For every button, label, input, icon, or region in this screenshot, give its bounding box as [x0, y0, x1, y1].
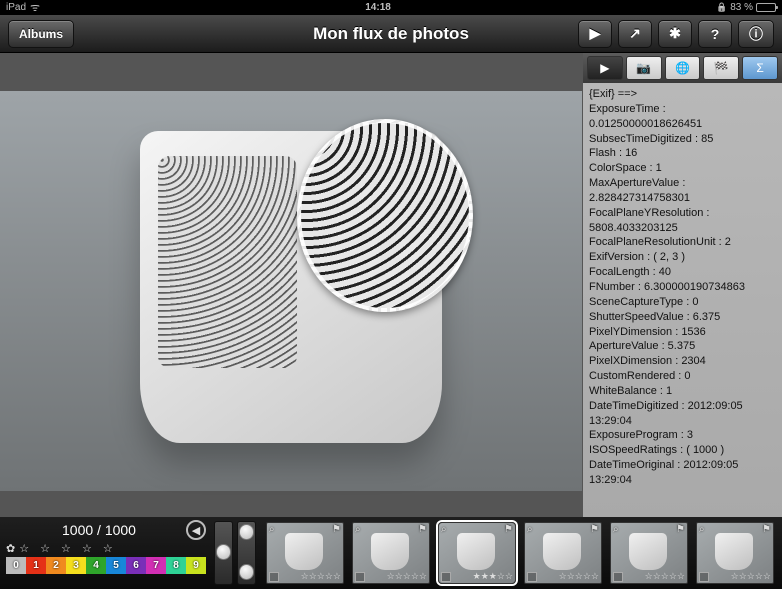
thumb-rating: ☆☆☆☆☆	[731, 571, 771, 582]
device-label: iPad	[6, 2, 26, 13]
share-button[interactable]: ↗	[618, 20, 652, 48]
select-checkbox[interactable]	[527, 572, 537, 582]
tab-camera[interactable]: 📷	[626, 56, 662, 80]
info-button[interactable]: ⓘ	[738, 20, 774, 48]
loupe-icon: ⌕	[699, 524, 705, 535]
thumb-rating: ★★★☆☆	[473, 571, 513, 582]
status-bar: iPad 14:18 83 %	[0, 0, 782, 15]
loupe-icon: ⌕	[441, 524, 447, 535]
thumbnail[interactable]: ⌕ ⚑ ☆☆☆☆☆	[524, 522, 602, 584]
select-checkbox[interactable]	[699, 572, 709, 582]
gear-small-icon[interactable]: ✿	[6, 542, 15, 555]
rating-filter[interactable]: ✿ ☆ ☆ ☆ ☆ ☆	[6, 542, 206, 555]
battery-icon	[756, 3, 776, 12]
color-label-2[interactable]: 2	[46, 557, 66, 574]
slider-2[interactable]	[237, 521, 256, 585]
photo-counter: 1000 / 1000	[6, 522, 136, 538]
thumb-preview	[715, 533, 753, 570]
app-toolbar: Albums Mon flux de photos ▶ ↗ ✱ ? ⓘ	[0, 15, 782, 53]
photo-placeholder	[0, 91, 582, 490]
color-labels: 0123456789	[6, 557, 206, 574]
loupe-icon: ⌕	[527, 524, 533, 535]
color-label-9[interactable]: 9	[186, 557, 206, 574]
albums-button[interactable]: Albums	[8, 20, 74, 48]
play-button[interactable]: ▶	[578, 20, 612, 48]
rating-stars[interactable]: ☆ ☆ ☆ ☆ ☆	[19, 542, 117, 555]
exif-panel[interactable]: {Exif} ==> ExposureTime : 0.012500000186…	[583, 83, 782, 517]
thumbnails: ⌕ ⚑ ☆☆☆☆☆ ⌕ ⚑ ☆☆☆☆☆ ⌕ ⚑ ★★★☆☆ ⌕ ⚑ ☆☆☆☆☆ ⌕ ⚑ ☆☆☆☆☆ ⌕ ⚑ ☆☆☆…	[258, 517, 782, 589]
zoom-sliders	[212, 517, 258, 589]
loupe-icon: ⌕	[355, 524, 361, 535]
loupe-icon: ⌕	[269, 524, 275, 535]
side-panel: ▶ 📷 🌐 🏁 Σ {Exif} ==> ExposureTime : 0.01…	[582, 53, 782, 517]
thumbnail[interactable]: ⌕ ⚑ ☆☆☆☆☆	[696, 522, 774, 584]
color-label-5[interactable]: 5	[106, 557, 126, 574]
main-area: ▶ 📷 🌐 🏁 Σ {Exif} ==> ExposureTime : 0.01…	[0, 53, 782, 517]
wifi-icon	[30, 0, 40, 15]
info-icon: ⓘ	[749, 24, 763, 44]
battery-pct: 83 %	[730, 2, 753, 13]
magnifier-loupe	[297, 119, 473, 312]
tab-sigma[interactable]: Σ	[742, 56, 778, 80]
color-label-8[interactable]: 8	[166, 557, 186, 574]
thumb-preview	[371, 533, 409, 570]
thumbnail[interactable]: ⌕ ⚑ ☆☆☆☆☆	[610, 522, 688, 584]
color-label-3[interactable]: 3	[66, 557, 86, 574]
play-icon: ▶	[590, 25, 601, 42]
photo-viewer[interactable]	[0, 53, 582, 517]
thumb-preview	[543, 533, 581, 570]
thumbnail[interactable]: ⌕ ⚑ ★★★☆☆	[438, 522, 516, 584]
color-label-7[interactable]: 7	[146, 557, 166, 574]
flag-icon: ⚑	[762, 524, 771, 535]
loupe-icon: ⌕	[613, 524, 619, 535]
status-time: 14:18	[40, 2, 716, 13]
device-illustration	[140, 131, 443, 442]
lock-icon	[716, 2, 727, 13]
select-checkbox[interactable]	[355, 572, 365, 582]
thumb-rating: ☆☆☆☆☆	[559, 571, 599, 582]
help-button[interactable]: ?	[698, 20, 732, 48]
flag-icon: ⚑	[504, 524, 513, 535]
thumb-rating: ☆☆☆☆☆	[387, 571, 427, 582]
device-grill	[158, 156, 297, 368]
thumbnail[interactable]: ⌕ ⚑ ☆☆☆☆☆	[352, 522, 430, 584]
slider-1[interactable]	[214, 521, 233, 585]
thumbnail[interactable]: ⌕ ⚑ ☆☆☆☆☆	[266, 522, 344, 584]
thumb-rating: ☆☆☆☆☆	[301, 571, 341, 582]
share-icon: ↗	[629, 25, 641, 42]
thumb-preview	[629, 533, 667, 570]
settings-button[interactable]: ✱	[658, 20, 692, 48]
color-label-0[interactable]: 0	[6, 557, 26, 574]
select-checkbox[interactable]	[441, 572, 451, 582]
side-tabs: ▶ 📷 🌐 🏁 Σ	[583, 53, 782, 83]
thumb-rating: ☆☆☆☆☆	[645, 571, 685, 582]
gear-icon: ✱	[669, 25, 681, 42]
filmstrip-controls: 1000 / 1000 ◀ ✿ ☆ ☆ ☆ ☆ ☆ 0123456789	[0, 517, 212, 589]
filmstrip: 1000 / 1000 ◀ ✿ ☆ ☆ ☆ ☆ ☆ 0123456789 ⌕ ⚑ ☆…	[0, 517, 782, 589]
tab-globe[interactable]: 🌐	[665, 56, 701, 80]
flag-icon: ⚑	[590, 524, 599, 535]
tab-play[interactable]: ▶	[587, 56, 623, 80]
exif-text: {Exif} ==> ExposureTime : 0.012500000186…	[589, 87, 776, 488]
tab-flag[interactable]: 🏁	[703, 56, 739, 80]
color-label-1[interactable]: 1	[26, 557, 46, 574]
thumb-preview	[457, 533, 495, 570]
color-label-6[interactable]: 6	[126, 557, 146, 574]
prev-button[interactable]: ◀	[186, 520, 206, 540]
flag-icon: ⚑	[418, 524, 427, 535]
help-icon: ?	[711, 26, 720, 42]
thumb-preview	[285, 533, 323, 570]
select-checkbox[interactable]	[269, 572, 279, 582]
flag-icon: ⚑	[332, 524, 341, 535]
flag-icon: ⚑	[676, 524, 685, 535]
select-checkbox[interactable]	[613, 572, 623, 582]
color-label-4[interactable]: 4	[86, 557, 106, 574]
